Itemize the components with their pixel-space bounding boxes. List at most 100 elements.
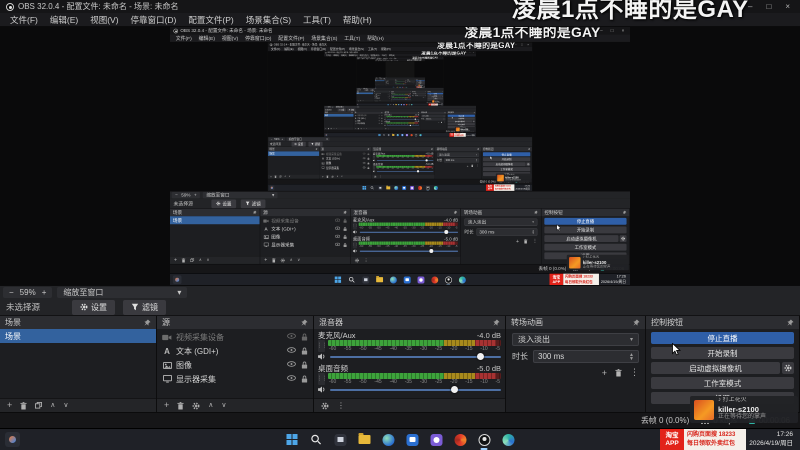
- duration-spinner[interactable]: 300 ms ▲▼: [533, 350, 639, 363]
- media-notification[interactable]: ♪ 打上花火 killer-s2100 正在等待您的掌声: [690, 396, 798, 423]
- scene-up-button[interactable]: ∧: [50, 402, 55, 409]
- taobao-ad[interactable]: 淘宝 APP 闪购页面搜 18233 每日领取外卖红包: [549, 273, 599, 285]
- menu-profile[interactable]: 配置文件(P): [182, 13, 239, 27]
- menu-view[interactable]: 视图(V): [84, 13, 124, 27]
- volume-slider[interactable]: [330, 385, 501, 394]
- volume-slider-handle[interactable]: [408, 95, 410, 96]
- volume-slider[interactable]: [392, 98, 412, 100]
- widgets-icon[interactable]: [172, 275, 182, 285]
- remove-scene-button[interactable]: [181, 257, 186, 263]
- menu-view[interactable]: 视图(V): [218, 34, 241, 42]
- lock-icon[interactable]: [381, 114, 383, 117]
- app-purple-icon[interactable]: [409, 185, 414, 190]
- remove-source-button[interactable]: [177, 401, 184, 410]
- remove-transition-button[interactable]: [523, 238, 528, 244]
- scene-down-button[interactable]: ∨: [336, 128, 337, 129]
- menu-profile[interactable]: 配置文件(P): [275, 34, 308, 42]
- source-filters-button[interactable]: 滤镜: [240, 199, 266, 208]
- menu-docks[interactable]: 停靠窗口(D): [125, 13, 183, 27]
- source-item-image[interactable]: 图像: [157, 358, 313, 372]
- transition-select[interactable]: 淡入淡出 ▾: [512, 333, 639, 346]
- edge-icon[interactable]: [381, 432, 396, 447]
- add-source-button[interactable]: +: [322, 175, 324, 178]
- transition-menu-button[interactable]: ⋮: [532, 238, 537, 244]
- search-icon[interactable]: [347, 275, 356, 284]
- pin-icon[interactable]: [622, 210, 627, 215]
- start-virtual-camera-button[interactable]: 启动虚拟摄像机: [651, 362, 780, 374]
- maximize-button[interactable]: □: [611, 28, 614, 33]
- volume-slider-handle[interactable]: [451, 386, 459, 393]
- app-purple-icon[interactable]: [416, 275, 425, 284]
- start-icon[interactable]: [362, 185, 367, 190]
- source-filters-button[interactable]: 滤镜: [308, 141, 323, 147]
- transition-select[interactable]: 淡入淡出 ▾: [421, 114, 446, 118]
- task-view-icon[interactable]: [392, 103, 395, 106]
- mute-toggle-speaker-icon[interactable]: [352, 230, 358, 234]
- lock-icon[interactable]: [301, 361, 308, 369]
- volume-slider-handle[interactable]: [444, 229, 449, 234]
- volume-slider[interactable]: [359, 248, 459, 253]
- volume-slider[interactable]: [376, 170, 434, 173]
- menu-help[interactable]: 帮助(H): [364, 34, 387, 42]
- spinner-arrows-icon[interactable]: ▲ ▼: [444, 118, 445, 120]
- obs-icon[interactable]: [477, 432, 492, 450]
- source-item-video-capture[interactable]: 视频采集设备: [157, 330, 313, 344]
- mixer-menu-button[interactable]: ⋮: [396, 85, 397, 86]
- obs-icon[interactable]: [408, 103, 410, 106]
- zoom-out-button[interactable]: −: [175, 193, 178, 198]
- edge-icon[interactable]: [396, 133, 399, 137]
- media-notification[interactable]: ♪ 打上花火 killer-s2100 正在等待您的掌声: [431, 99, 444, 103]
- zoom-out-button[interactable]: −: [9, 288, 14, 297]
- media-notification[interactable]: ♪ 打上花火 killer-s2100 正在等待您的掌声: [495, 173, 532, 183]
- mute-toggle-speaker-icon[interactable]: [352, 249, 358, 253]
- taobao-ad[interactable]: 淘宝 APP 闪购页面搜 18233 每日领取外卖红包: [485, 184, 515, 191]
- maximize-button[interactable]: □: [440, 57, 441, 58]
- source-down-button[interactable]: ∨: [341, 175, 343, 177]
- file-explorer-icon[interactable]: [386, 185, 391, 190]
- store-icon[interactable]: [401, 185, 406, 190]
- store-icon[interactable]: [403, 275, 412, 284]
- lock-icon[interactable]: [301, 347, 308, 355]
- transition-menu-button[interactable]: ⋮: [476, 164, 479, 168]
- source-item-display-capture[interactable]: 显示器采集: [373, 97, 390, 99]
- browser-teal-icon[interactable]: [406, 86, 408, 88]
- app-pinwheel-icon[interactable]: [410, 133, 413, 137]
- menu-help[interactable]: 帮助(H): [337, 13, 378, 27]
- lock-icon[interactable]: [343, 226, 347, 232]
- mute-toggle-speaker-icon[interactable]: [372, 170, 376, 173]
- pin-icon[interactable]: [343, 210, 347, 215]
- mute-toggle-speaker-icon[interactable]: [318, 386, 326, 393]
- source-down-button[interactable]: ∨: [221, 402, 226, 409]
- browser-teal-icon[interactable]: [458, 275, 467, 284]
- menu-docks[interactable]: 停靠窗口(D): [242, 34, 275, 42]
- start-icon[interactable]: [387, 104, 389, 106]
- eye-icon[interactable]: [378, 122, 381, 124]
- lock-icon[interactable]: [343, 234, 347, 240]
- eye-icon[interactable]: [378, 114, 381, 116]
- preview-area[interactable]: OBS 32.0.4 - 配置文件: 未命名 - 场景: 未命名 – □ × 文…: [356, 59, 444, 88]
- source-up-button[interactable]: ∧: [208, 402, 213, 409]
- channel-options-handle[interactable]: ⋮⋮: [317, 340, 328, 352]
- media-notification[interactable]: ♪ 打上花火 killer-s2100 正在等待您的掌声: [455, 126, 476, 132]
- volume-slider-handle[interactable]: [409, 124, 412, 127]
- widgets-icon[interactable]: [324, 133, 328, 137]
- eye-icon[interactable]: [287, 347, 296, 353]
- studio-mode-button[interactable]: 工作室模式: [544, 243, 627, 251]
- taskbar-clock[interactable]: 17:26 2026/4/19/周日: [422, 87, 425, 88]
- eye-icon[interactable]: [287, 361, 296, 367]
- menu-scene-collection[interactable]: 场景集合(S): [308, 34, 341, 42]
- remove-source-button[interactable]: [326, 175, 329, 178]
- eye-icon[interactable]: [335, 234, 341, 238]
- source-settings-button[interactable]: 设置: [291, 141, 306, 147]
- widgets-icon[interactable]: [269, 185, 275, 191]
- browser-teal-icon[interactable]: [501, 432, 516, 447]
- add-transition-button[interactable]: +: [516, 238, 519, 244]
- obs-icon[interactable]: [444, 275, 453, 285]
- mixer-menu-button[interactable]: ⋮: [388, 128, 390, 130]
- menu-edit[interactable]: 编辑(E): [44, 13, 84, 27]
- scene-down-button[interactable]: ∨: [206, 258, 209, 262]
- maximize-button[interactable]: □: [521, 43, 523, 46]
- lock-icon[interactable]: [381, 120, 383, 122]
- start-icon[interactable]: [334, 275, 343, 284]
- mixer-settings-button[interactable]: [385, 127, 387, 130]
